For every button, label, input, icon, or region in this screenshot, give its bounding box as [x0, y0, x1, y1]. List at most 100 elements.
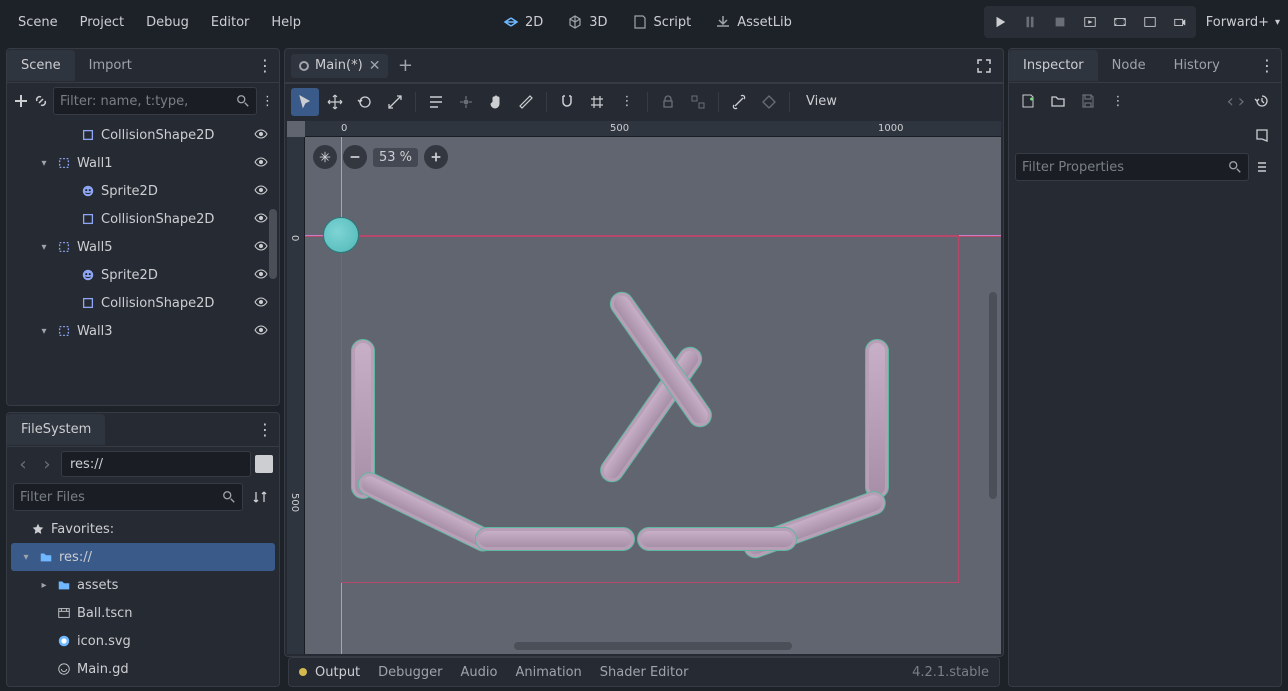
fs-filter[interactable] [13, 483, 243, 511]
inspector-filter[interactable] [1015, 153, 1249, 181]
anim-key-button[interactable] [755, 88, 783, 116]
ball-node[interactable] [323, 217, 359, 253]
tab-inspector[interactable]: Inspector [1009, 50, 1098, 81]
tab-2d[interactable]: 2D [493, 8, 553, 36]
grid-snap-toggle[interactable] [583, 88, 611, 116]
fs-sort-button[interactable] [247, 484, 273, 510]
tab-history[interactable]: History [1160, 50, 1234, 81]
snap-toggle[interactable] [553, 88, 581, 116]
movie-button[interactable] [1106, 8, 1134, 36]
visibility-icon[interactable] [253, 182, 271, 200]
load-resource-button[interactable] [1045, 88, 1071, 114]
bottom-tab-animation[interactable]: Animation [515, 665, 581, 680]
wall-bottom-r[interactable] [637, 527, 797, 551]
viewport-hscrollbar[interactable] [514, 642, 792, 650]
move-tool[interactable] [321, 88, 349, 116]
add-tab-button[interactable]: + [392, 53, 418, 79]
bottom-tab-shader[interactable]: Shader Editor [600, 665, 689, 680]
scene-node[interactable]: ▾Wall5 [11, 233, 275, 261]
tab-scene-dock[interactable]: Scene [7, 50, 75, 81]
fs-panel-menu[interactable]: ⋮ [255, 420, 275, 439]
tab-assetlib[interactable]: AssetLib [705, 8, 802, 36]
ruler-tool[interactable] [512, 88, 540, 116]
wall-right[interactable] [865, 339, 889, 499]
fs-favorites[interactable]: Favorites: [11, 515, 275, 543]
menu-project[interactable]: Project [70, 9, 134, 36]
bottom-tab-debugger[interactable]: Debugger [378, 665, 442, 680]
select-tool[interactable] [291, 88, 319, 116]
link-node-button[interactable] [33, 88, 49, 114]
scene-tree[interactable]: CollisionShape2D▾Wall1Sprite2DCollisionS… [7, 119, 279, 405]
snap-options[interactable]: ⋮ [613, 88, 641, 116]
fs-item[interactable]: icon.svg [11, 627, 275, 655]
scene-node[interactable]: CollisionShape2D [11, 121, 275, 149]
scene-tree-scrollbar[interactable] [269, 209, 277, 279]
menu-editor[interactable]: Editor [201, 9, 259, 36]
pause-button[interactable] [1016, 8, 1044, 36]
tab-node[interactable]: Node [1098, 50, 1160, 81]
menu-debug[interactable]: Debug [136, 9, 199, 36]
distraction-free-button[interactable] [971, 53, 997, 79]
inspector-panel-menu[interactable]: ⋮ [1257, 56, 1277, 75]
scene-filter-input[interactable] [60, 94, 230, 109]
scene-node[interactable]: ▾Wall3 [11, 317, 275, 345]
tab-script[interactable]: Script [622, 8, 702, 36]
doc-button[interactable] [1249, 122, 1275, 148]
close-tab-button[interactable]: ✕ [369, 58, 381, 74]
pivot-tool[interactable] [452, 88, 480, 116]
scene-node[interactable]: Sprite2D [11, 177, 275, 205]
viewport-vscrollbar[interactable] [989, 292, 997, 499]
scene-panel-menu[interactable]: ⋮ [255, 56, 275, 75]
inspector-settings-button[interactable] [1249, 154, 1275, 180]
canvas[interactable]: 53 % [305, 137, 1001, 654]
zoom-in-button[interactable] [424, 145, 448, 169]
visibility-icon[interactable] [253, 322, 271, 340]
zoom-reset-button[interactable] [313, 145, 337, 169]
play-button[interactable] [986, 8, 1014, 36]
rotate-tool[interactable] [351, 88, 379, 116]
play-custom-button[interactable] [1136, 8, 1164, 36]
save-resource-button[interactable] [1075, 88, 1101, 114]
zoom-out-button[interactable] [343, 145, 367, 169]
visibility-icon[interactable] [253, 154, 271, 172]
visibility-icon[interactable] [253, 294, 271, 312]
inspector-back-button[interactable]: ‹ [1227, 91, 1234, 112]
new-resource-button[interactable] [1015, 88, 1041, 114]
fs-item[interactable]: ▾res:// [11, 543, 275, 571]
bottom-tab-audio[interactable]: Audio [461, 665, 498, 680]
fs-view-mode-button[interactable] [255, 455, 273, 473]
inspector-history-button[interactable] [1249, 88, 1275, 114]
inspector-more-button[interactable]: ⋮ [1105, 88, 1131, 114]
visibility-icon[interactable] [253, 126, 271, 144]
fs-item[interactable]: Main.gd [11, 655, 275, 683]
tab-3d[interactable]: 3D [557, 8, 617, 36]
scene-node[interactable]: ▾Wall1 [11, 149, 275, 177]
fs-forward-button[interactable]: › [37, 454, 57, 474]
menu-scene[interactable]: Scene [8, 9, 68, 36]
scene-node[interactable]: CollisionShape2D [11, 205, 275, 233]
inspector-filter-input[interactable] [1022, 160, 1222, 175]
scene-node[interactable]: Sprite2D [11, 261, 275, 289]
fs-tree[interactable]: Favorites:▾res://▸assetsBall.tscnicon.sv… [7, 513, 279, 686]
fs-item[interactable]: ▸assets [11, 571, 275, 599]
zoom-level[interactable]: 53 % [373, 148, 418, 167]
fs-back-button[interactable]: ‹ [13, 454, 33, 474]
scene-tab-main[interactable]: Main(*) ✕ [291, 54, 388, 78]
fs-filter-input[interactable] [20, 490, 216, 505]
scene-filter[interactable] [53, 87, 257, 115]
scene-node[interactable]: CollisionShape2D [11, 289, 275, 317]
menu-help[interactable]: Help [261, 9, 311, 36]
add-node-button[interactable] [13, 88, 29, 114]
wall-bottom-l[interactable] [475, 527, 635, 551]
fs-item[interactable]: Main.tscn [11, 683, 275, 686]
list-select-tool[interactable] [422, 88, 450, 116]
bottom-tab-output[interactable]: Output [315, 665, 360, 680]
stop-button[interactable] [1046, 8, 1074, 36]
tab-filesystem[interactable]: FileSystem [7, 414, 105, 445]
renderer-dropdown[interactable]: Forward+▾ [1206, 15, 1280, 30]
view-menu[interactable]: View [796, 94, 847, 109]
group-button[interactable] [684, 88, 712, 116]
play-scene-button[interactable] [1076, 8, 1104, 36]
fs-item[interactable]: Ball.tscn [11, 599, 275, 627]
scene-more-button[interactable]: ⋮ [261, 88, 274, 114]
